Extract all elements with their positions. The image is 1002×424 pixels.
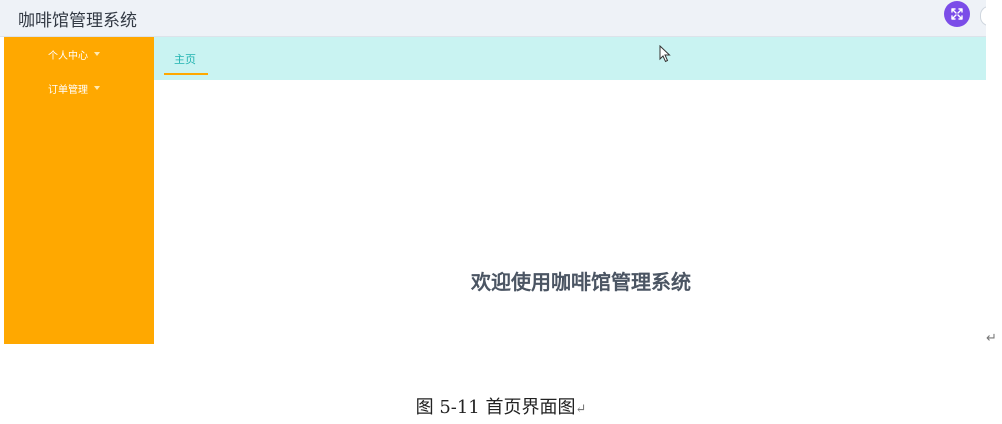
caret-down-icon xyxy=(94,86,100,90)
caret-down-icon xyxy=(94,52,100,56)
figure-caption: 图 5-11 首页界面图↵ xyxy=(0,393,1002,419)
user-avatar-edge[interactable] xyxy=(980,6,986,26)
paragraph-mark: ↵ xyxy=(986,331,997,346)
sidebar-item-label: 订单管理 xyxy=(48,85,88,96)
app-title: 咖啡馆管理系统 xyxy=(18,11,137,31)
sidebar: 个人中心 订单管理 xyxy=(4,37,154,344)
welcome-message: 欢迎使用咖啡馆管理系统 xyxy=(471,270,691,294)
fullscreen-button[interactable] xyxy=(944,1,970,27)
mouse-cursor-icon xyxy=(659,45,671,63)
caption-paragraph-mark: ↵ xyxy=(575,402,587,417)
expand-arrows-icon xyxy=(951,8,963,20)
sidebar-item-label: 个人中心 xyxy=(48,51,88,62)
tab-home[interactable]: 主页 xyxy=(164,47,208,75)
main-content: 欢迎使用咖啡馆管理系统 xyxy=(154,80,986,344)
sidebar-item-order-management[interactable]: 订单管理 xyxy=(4,77,154,101)
top-bar: 咖啡馆管理系统 xyxy=(0,0,986,37)
caption-text: 图 5-11 首页界面图 xyxy=(415,397,576,418)
tab-label: 主页 xyxy=(174,53,196,66)
tab-bar: 主页 xyxy=(154,37,986,80)
sidebar-item-personal-center[interactable]: 个人中心 xyxy=(4,43,154,67)
app-screenshot: 咖啡馆管理系统 个人中心 订单管理 主页 欢迎使用咖啡馆管理系统 xyxy=(0,0,986,344)
